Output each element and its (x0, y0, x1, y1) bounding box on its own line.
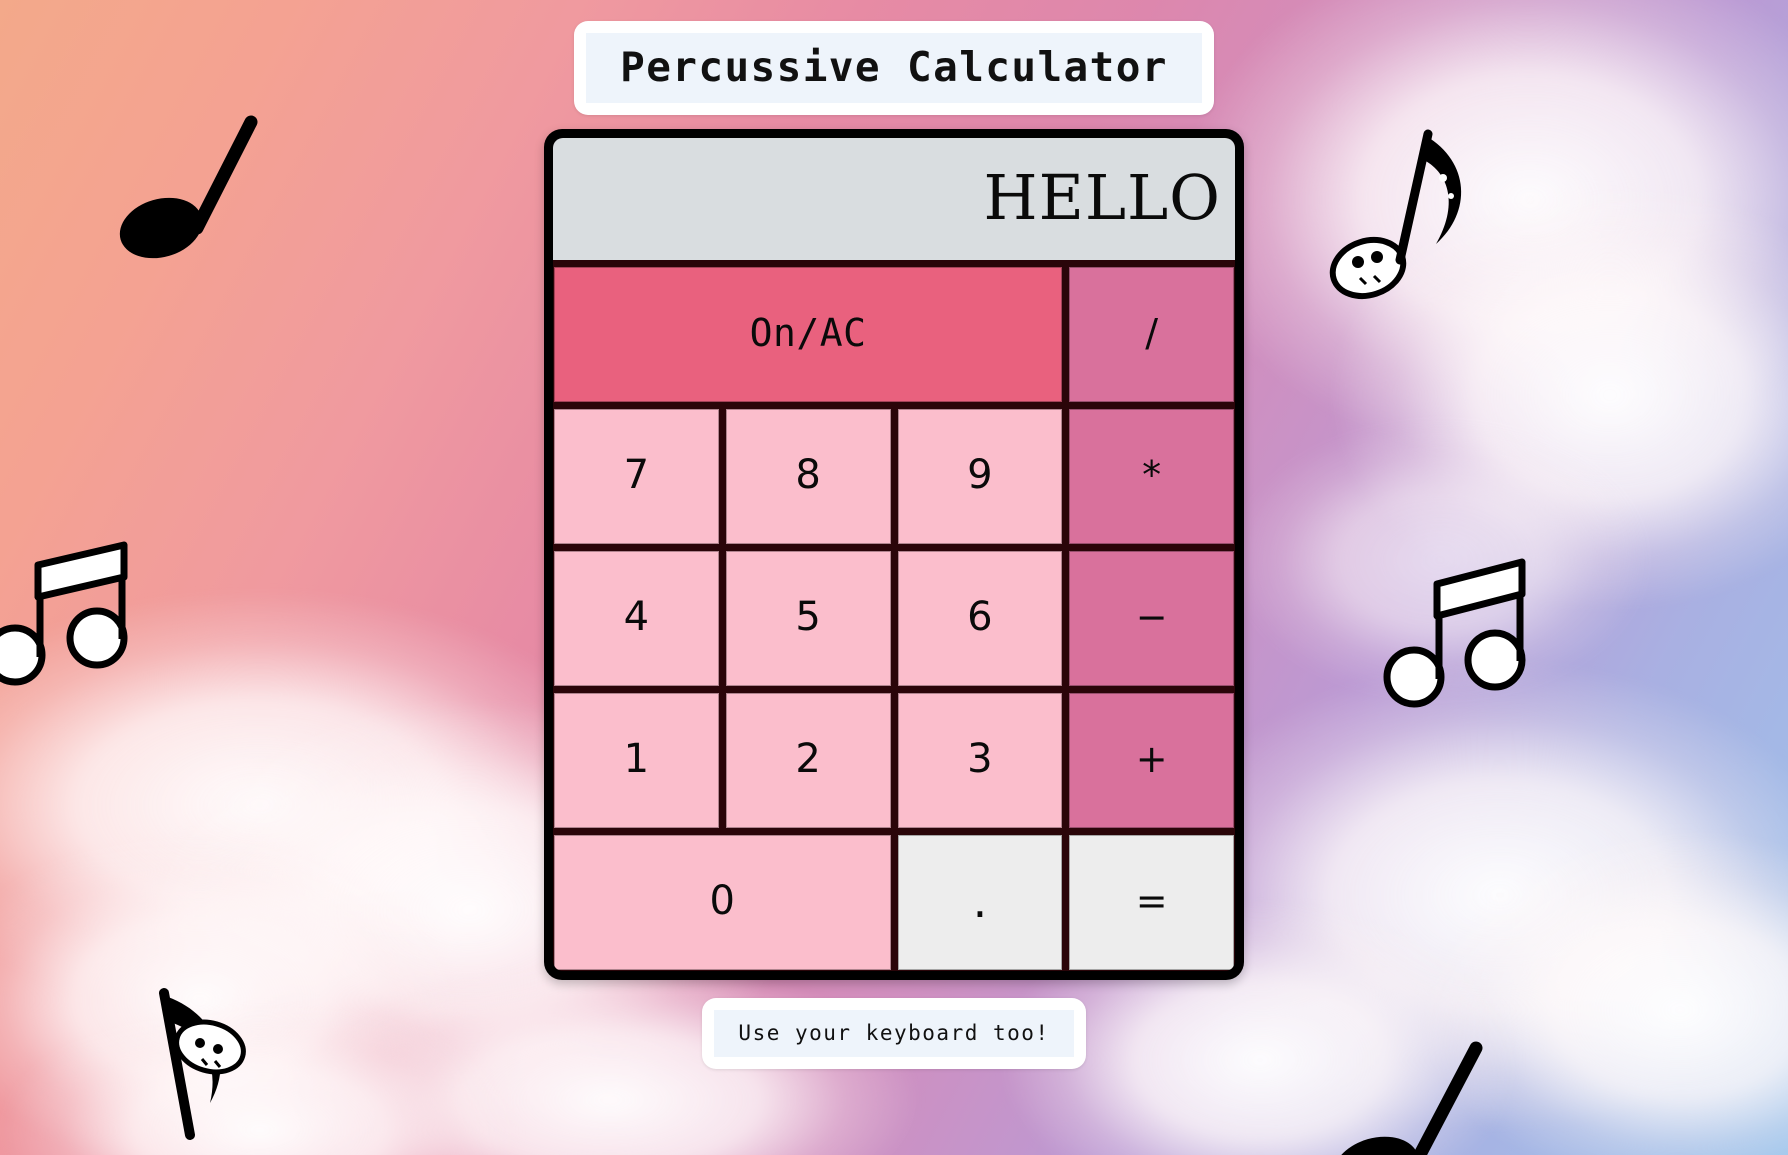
subtract-button[interactable]: − (1069, 550, 1234, 686)
footer-plaque: Use your keyboard too! (702, 997, 1086, 1070)
clear-button[interactable]: On/AC (554, 266, 1063, 402)
display-value: HELLO (983, 160, 1221, 234)
digit-2-button[interactable]: 2 (725, 692, 891, 828)
digit-8-button[interactable]: 8 (725, 408, 891, 544)
multiply-button[interactable]: * (1069, 408, 1234, 544)
calculator-keypad: On/AC / 7 8 9 * 4 5 6 − 1 2 3 + 0 . = (553, 266, 1235, 971)
digit-1-button[interactable]: 1 (554, 692, 719, 828)
footer-plaque-inner: Use your keyboard too! (714, 1009, 1074, 1058)
calculator-display: HELLO (553, 137, 1235, 260)
digit-4-button[interactable]: 4 (554, 550, 719, 686)
add-button[interactable]: + (1069, 692, 1234, 828)
keyboard-hint: Use your keyboard too! (738, 1020, 1050, 1045)
digit-3-button[interactable]: 3 (897, 692, 1063, 828)
calculator: HELLO On/AC / 7 8 9 * 4 5 6 − 1 2 3 + 0 … (544, 128, 1244, 980)
equals-button[interactable]: = (1069, 834, 1234, 970)
page-title: Percussive Calculator (620, 43, 1168, 91)
title-plaque-inner: Percussive Calculator (586, 33, 1202, 103)
title-plaque: Percussive Calculator (574, 21, 1214, 115)
digit-6-button[interactable]: 6 (897, 550, 1063, 686)
digit-7-button[interactable]: 7 (554, 408, 719, 544)
digit-5-button[interactable]: 5 (725, 550, 891, 686)
decimal-point-button[interactable]: . (897, 834, 1063, 970)
digit-9-button[interactable]: 9 (897, 408, 1063, 544)
digit-0-button[interactable]: 0 (554, 834, 891, 970)
divide-button[interactable]: / (1069, 266, 1234, 402)
calculator-body: HELLO On/AC / 7 8 9 * 4 5 6 − 1 2 3 + 0 … (553, 137, 1235, 971)
app-root: Percussive Calculator HELLO On/AC / 7 8 … (0, 0, 1788, 1155)
